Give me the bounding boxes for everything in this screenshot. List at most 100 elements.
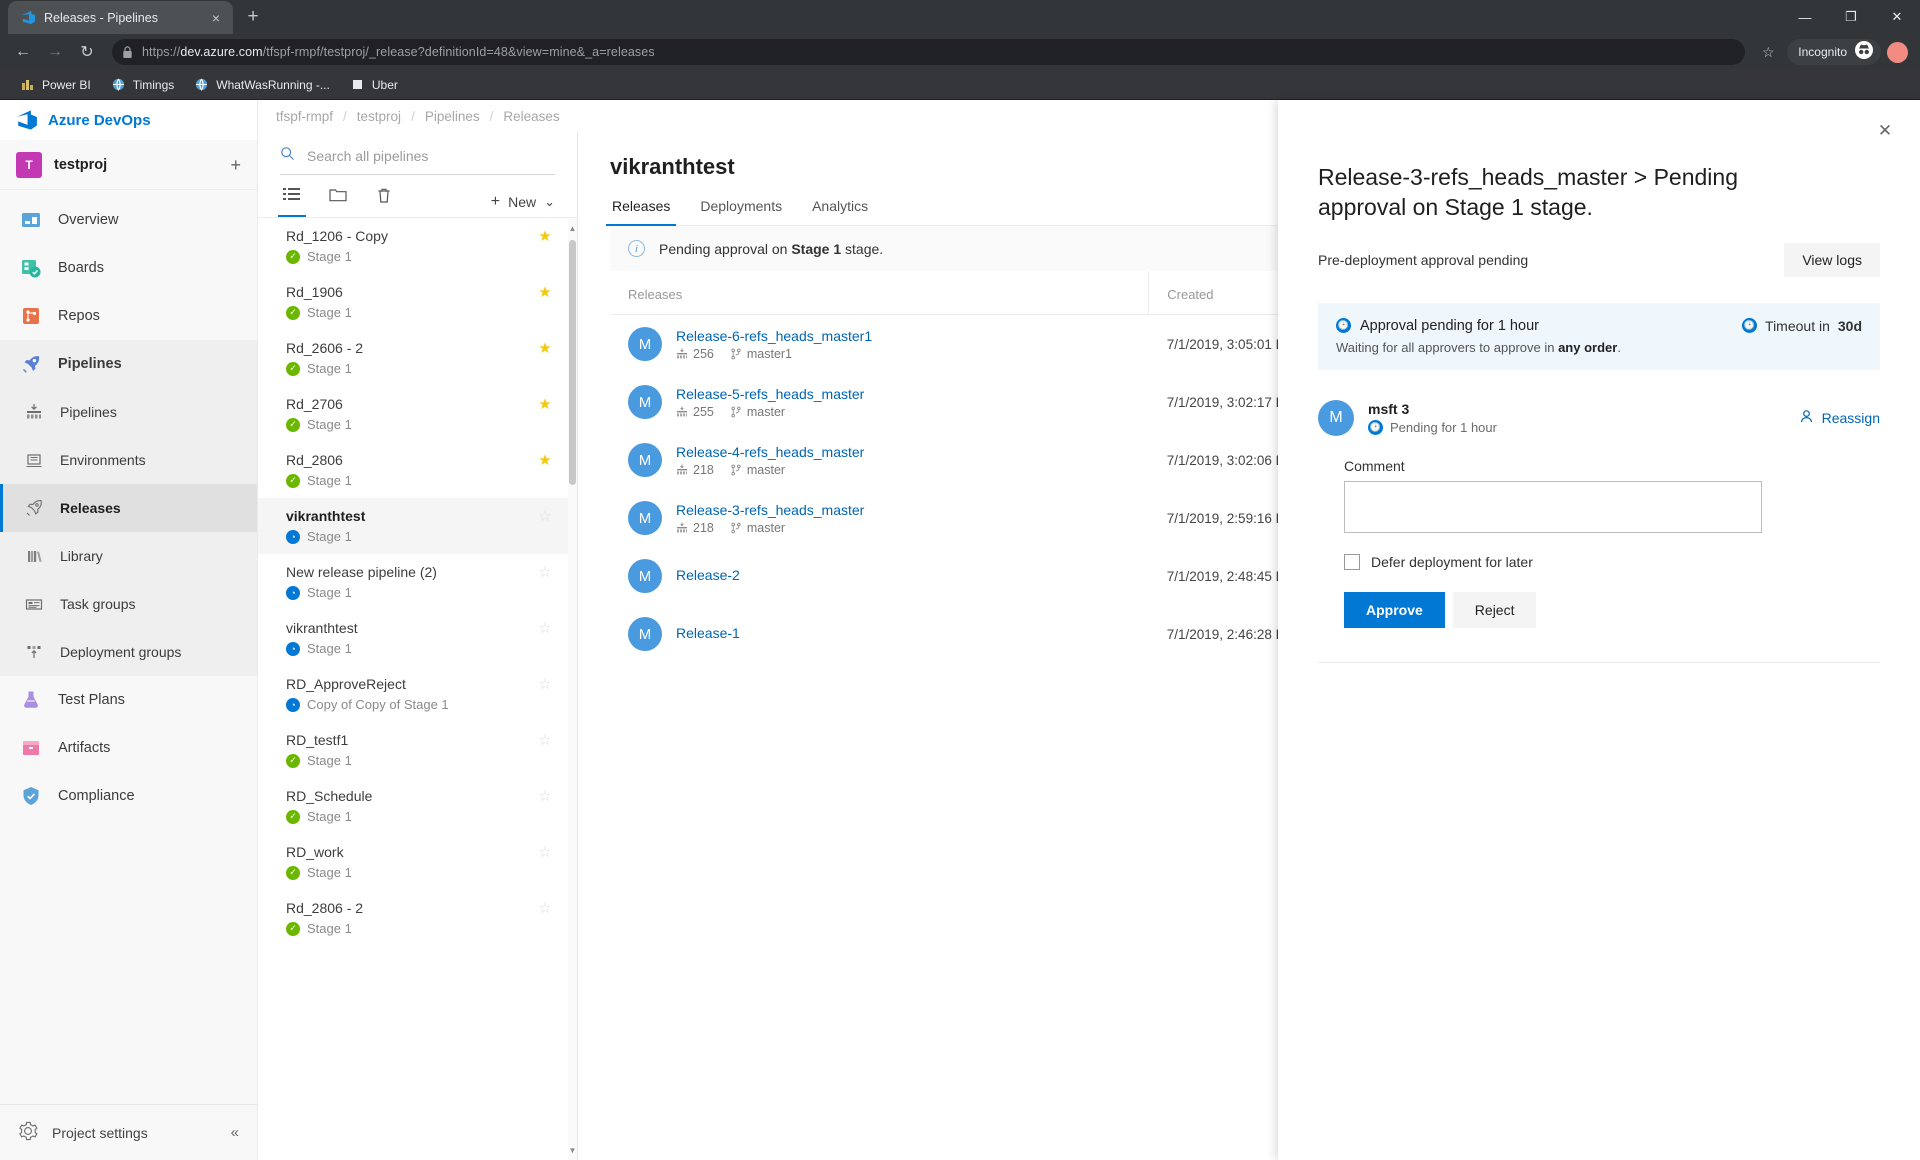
reject-button[interactable]: Reject (1452, 591, 1537, 628)
browser-tab[interactable]: Releases - Pipelines × (8, 1, 233, 34)
breadcrumb-item-org[interactable]: tfspf-rmpf (266, 109, 343, 124)
approval-subtitle-row: Pre-deployment approval pending View log… (1318, 242, 1880, 277)
bookmark-power-bi[interactable]: Power BI (12, 74, 99, 95)
reload-icon[interactable]: ↻ (72, 37, 102, 67)
sidebar-item-releases[interactable]: Releases (0, 484, 257, 532)
sidebar-item-environments[interactable]: Environments (0, 436, 257, 484)
pipeline-list-item[interactable]: RD_Schedule ✓ Stage 1 ☆ (258, 778, 577, 834)
profile-avatar[interactable] (1887, 41, 1908, 63)
pipeline-list-item[interactable]: Rd_2706 ✓ Stage 1 ★ (258, 386, 577, 442)
view-logs-button[interactable]: View logs (1784, 242, 1880, 277)
close-icon[interactable]: × (207, 9, 225, 27)
scrollbar-thumb[interactable] (569, 240, 576, 485)
favorite-star-icon[interactable]: ☆ (535, 564, 555, 582)
pipeline-list-item[interactable]: Rd_2806 - 2 ✓ Stage 1 ☆ (258, 890, 577, 946)
minimize-icon[interactable]: — (1782, 0, 1828, 34)
release-link[interactable]: Release-2 (676, 567, 740, 583)
breadcrumb-item-releases[interactable]: Releases (493, 109, 569, 124)
pipeline-list-item[interactable]: New release pipeline (2) ◔ Stage 1 ☆ (258, 554, 577, 610)
favorite-star-icon[interactable]: ☆ (535, 732, 555, 750)
delete-icon[interactable] (372, 187, 396, 217)
org-header[interactable]: Azure DevOps (0, 100, 257, 140)
sidebar-item-deployment-groups[interactable]: Deployment groups (0, 628, 257, 676)
sidebar-item-label: Pipelines (58, 356, 122, 372)
sidebar-item-compliance[interactable]: Compliance (0, 772, 257, 820)
pipeline-stage: ✓ Stage 1 (286, 361, 535, 376)
favorite-star-icon[interactable]: ★ (535, 340, 555, 358)
close-icon[interactable]: ✕ (1872, 118, 1898, 144)
bookmark-star-icon[interactable]: ☆ (1755, 39, 1781, 65)
sidebar-item-repos[interactable]: Repos (0, 292, 257, 340)
project-settings[interactable]: Project settings « (0, 1104, 257, 1160)
comment-input[interactable] (1344, 480, 1762, 533)
back-icon[interactable]: ← (8, 37, 38, 67)
breadcrumb-item-project[interactable]: testproj (347, 109, 411, 124)
favorite-star-icon[interactable]: ★ (535, 228, 555, 246)
release-link[interactable]: Release-1 (676, 625, 740, 641)
pipeline-list: Rd_1206 - Copy ✓ Stage 1 ★ Rd_1906 ✓ Stage 1 ★ R… (258, 218, 577, 1160)
pending-icon: ◔ (286, 697, 300, 712)
new-tab-button[interactable]: + (239, 3, 267, 31)
pipeline-list-item[interactable]: RD_testf1 ✓ Stage 1 ☆ (258, 722, 577, 778)
tab-deployments[interactable]: Deployments (698, 196, 784, 225)
collapse-icon[interactable]: « (231, 1124, 239, 1141)
release-link[interactable]: Release-5-refs_heads_master (676, 386, 864, 402)
search-input[interactable] (305, 147, 555, 165)
maximize-icon[interactable]: ❐ (1828, 0, 1874, 34)
bookmark-whatwasrunning[interactable]: WhatWasRunning -... (186, 74, 338, 95)
favorite-star-icon[interactable]: ☆ (535, 788, 555, 806)
pipeline-list-item[interactable]: vikranthtest ◔ Stage 1 ☆ (258, 610, 577, 666)
reassign-button[interactable]: Reassign (1799, 409, 1880, 427)
favorite-star-icon[interactable]: ☆ (535, 620, 555, 638)
release-link[interactable]: Release-3-refs_heads_master (676, 502, 864, 518)
release-meta: 256 master1 (676, 347, 872, 361)
sidebar-item-pipelines-group[interactable]: Pipelines (0, 340, 257, 388)
defer-checkbox[interactable] (1344, 553, 1360, 570)
list-view-icon[interactable] (278, 187, 306, 217)
window-close-icon[interactable]: ✕ (1874, 0, 1920, 34)
search-box[interactable] (280, 146, 555, 175)
new-pipeline-button[interactable]: + New ⌄ (491, 187, 555, 217)
favorite-star-icon[interactable]: ☆ (535, 900, 555, 918)
bookmark-timings[interactable]: Timings (103, 74, 183, 95)
pipeline-list-item[interactable]: Rd_2806 ✓ Stage 1 ★ (258, 442, 577, 498)
sidebar-item-artifacts[interactable]: Artifacts (0, 724, 257, 772)
tab-releases[interactable]: Releases (605, 196, 677, 226)
pipeline-list-item[interactable]: RD_ApproveReject ◔ Copy of Copy of Stage 1… (258, 666, 577, 722)
project-row[interactable]: T testproj + (0, 140, 257, 190)
scroll-down-icon[interactable]: ▼ (568, 1142, 577, 1158)
pipeline-list-item[interactable]: Rd_1206 - Copy ✓ Stage 1 ★ (258, 218, 577, 274)
breadcrumb-item-pipelines[interactable]: Pipelines (415, 109, 490, 124)
sidebar-item-task-groups[interactable]: Task groups (0, 580, 257, 628)
release-link[interactable]: Release-6-refs_heads_master1 (676, 328, 872, 344)
favorite-star-icon[interactable]: ★ (535, 284, 555, 302)
build-icon (676, 464, 688, 476)
sidebar-item-overview[interactable]: Overview (0, 196, 257, 244)
pipeline-list-item[interactable]: Rd_1906 ✓ Stage 1 ★ (258, 274, 577, 330)
release-link[interactable]: Release-4-refs_heads_master (676, 444, 864, 460)
sidebar-item-boards[interactable]: Boards (0, 244, 257, 292)
tab-analytics[interactable]: Analytics (810, 196, 870, 225)
favorite-star-icon[interactable]: ☆ (535, 508, 555, 526)
add-icon[interactable]: + (230, 156, 241, 174)
address-bar[interactable]: https://dev.azure.com/tfspf-rmpf/testpro… (112, 39, 1746, 65)
sidebar-item-test-plans[interactable]: Test Plans (0, 676, 257, 724)
pipeline-list-item[interactable]: vikranthtest ◔ Stage 1 ☆ (258, 498, 577, 554)
favorite-star-icon[interactable]: ★ (535, 452, 555, 470)
favorite-star-icon[interactable]: ☆ (535, 676, 555, 694)
pipeline-list-item[interactable]: Rd_2606 - 2 ✓ Stage 1 ★ (258, 330, 577, 386)
favorite-star-icon[interactable]: ★ (535, 396, 555, 414)
scroll-up-icon[interactable]: ▲ (568, 220, 577, 236)
forward-icon[interactable]: → (40, 37, 70, 67)
sidebar-item-library[interactable]: Library (0, 532, 257, 580)
defer-deployment-row[interactable]: Defer deployment for later (1344, 553, 1880, 570)
approve-button[interactable]: Approve (1344, 591, 1445, 628)
pipeline-stage: ◔ Copy of Copy of Stage 1 (286, 697, 535, 712)
pipeline-list-item[interactable]: RD_work ✓ Stage 1 ☆ (258, 834, 577, 890)
pipeline-scrollbar[interactable]: ▲ ▼ (568, 218, 577, 1160)
folder-icon[interactable] (326, 187, 350, 217)
favorite-star-icon[interactable]: ☆ (535, 844, 555, 862)
sidebar-item-pipelines[interactable]: Pipelines (0, 388, 257, 436)
incognito-indicator[interactable]: Incognito (1787, 39, 1881, 65)
bookmark-uber[interactable]: Uber (342, 74, 406, 95)
